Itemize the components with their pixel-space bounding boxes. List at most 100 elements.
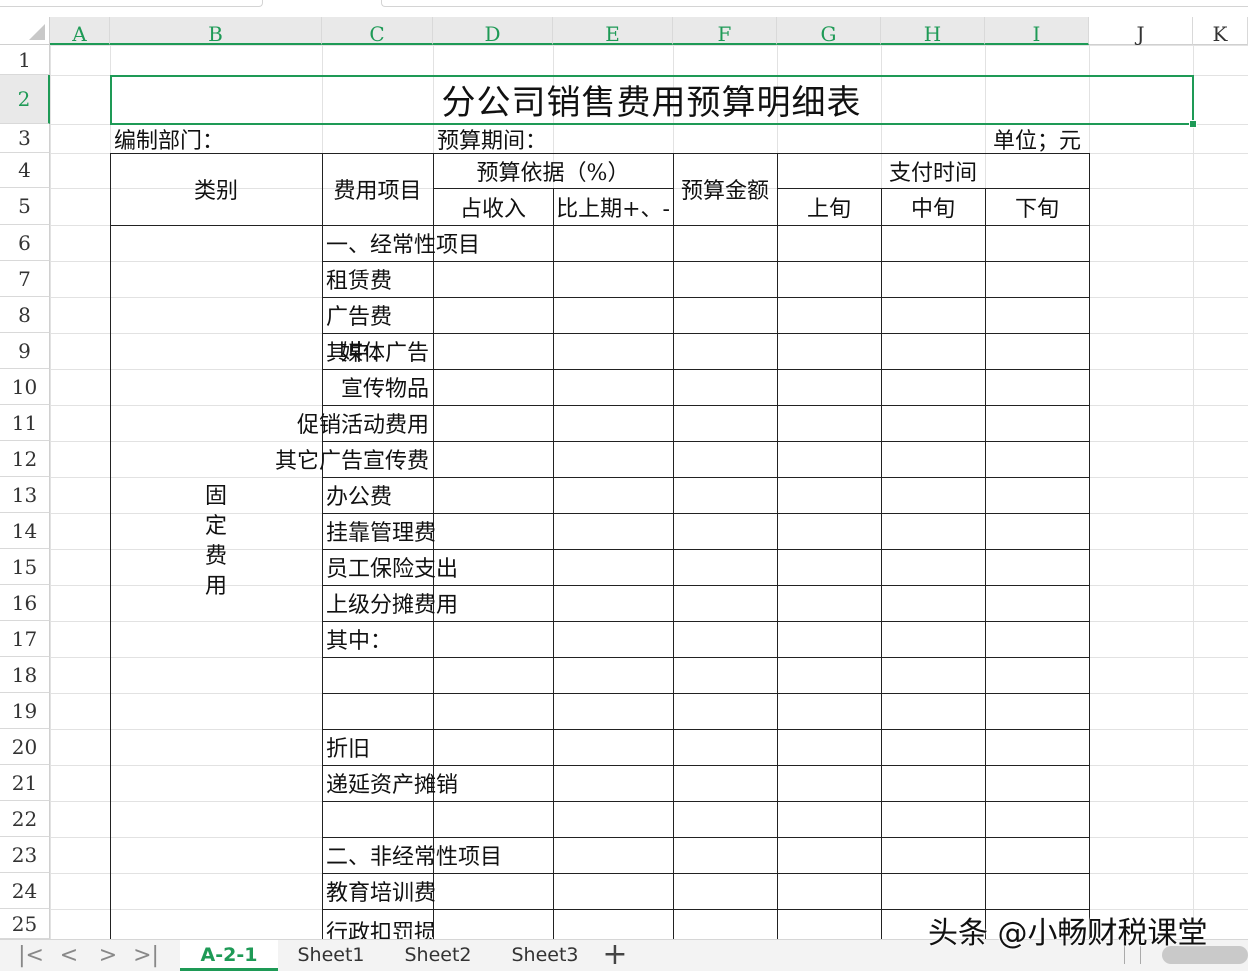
row-header-16[interactable]: 16 (0, 585, 50, 621)
select-all-corner[interactable] (0, 17, 50, 45)
selection-box (110, 75, 1194, 125)
expense-item-cell[interactable]: 其它广告宣传费 (275, 441, 433, 477)
dept-label-cell[interactable]: 编制部门： (110, 124, 433, 154)
expense-item-cell[interactable]: 促销活动费用 (297, 405, 433, 441)
column-header-e[interactable]: E (553, 17, 673, 46)
expense-item-cell[interactable]: 办公费 (322, 477, 433, 513)
column-header-h[interactable]: H (881, 17, 985, 46)
table-border (322, 621, 1090, 622)
last-sheet-button[interactable]: >| (131, 942, 161, 970)
column-header-g[interactable]: G (777, 17, 881, 46)
expense-item-cell[interactable]: 教育培训费 (322, 873, 436, 909)
header-basis-cell[interactable]: 预算依据（%） (433, 153, 673, 188)
table-border (985, 188, 986, 939)
expense-item-cell[interactable]: 员工保险支出 (322, 549, 458, 585)
table-border (777, 153, 778, 939)
expense-item-cell[interactable]: 其中： (322, 621, 433, 657)
expense-item-cell[interactable]: 折旧 (322, 729, 433, 765)
sheet-tab-sheet1[interactable]: Sheet1 (282, 940, 380, 971)
watermark: 头条 @小畅财税课堂 (928, 916, 1208, 951)
row-header-12[interactable]: 12 (0, 441, 50, 477)
gridline (50, 45, 51, 939)
next-sheet-button[interactable]: > (93, 942, 123, 970)
category-char: 用 (204, 574, 227, 599)
expense-item-cell[interactable]: 一、经常性项目 (322, 225, 480, 261)
expense-item-cell[interactable]: 行政扣罚损失 (322, 909, 433, 939)
row-header-4[interactable]: 4 (0, 153, 50, 188)
row-header-18[interactable]: 18 (0, 657, 50, 693)
row-header-1[interactable]: 1 (0, 45, 50, 75)
row-header-5[interactable]: 5 (0, 188, 50, 225)
row-header-11[interactable]: 11 (0, 405, 50, 441)
header-early-cell[interactable]: 上旬 (777, 188, 881, 225)
expense-item-cell[interactable]: 二、非经常性项目 (322, 837, 502, 873)
table-border (322, 549, 1090, 550)
add-sheet-button[interactable]: + (598, 940, 632, 971)
row-header-20[interactable]: 20 (0, 729, 50, 765)
expense-item-cell[interactable]: 递延资产摊销 (322, 765, 458, 801)
prev-sheet-button[interactable]: < (54, 942, 84, 970)
name-box-edge (0, 0, 263, 7)
row-header-22[interactable]: 22 (0, 801, 50, 837)
period-label-cell[interactable]: 预算期间： (433, 124, 673, 154)
column-header-i[interactable]: I (985, 17, 1089, 46)
table-border (322, 657, 1090, 658)
header-item-cell[interactable]: 费用项目 (322, 153, 433, 225)
unit-label-cell[interactable]: 单位；元 (985, 124, 1089, 154)
expense-item-cell[interactable]: 上级分摊费用 (322, 585, 458, 621)
column-header-k[interactable]: K (1193, 17, 1248, 46)
table-border (322, 729, 1090, 730)
category-char: 固 (204, 484, 227, 509)
column-header-d[interactable]: D (433, 17, 553, 46)
row-header-21[interactable]: 21 (0, 765, 50, 801)
header-basis-income-cell[interactable]: 占收入 (433, 188, 553, 225)
row-header-19[interactable]: 19 (0, 693, 50, 729)
row-header-13[interactable]: 13 (0, 477, 50, 513)
column-header-f[interactable]: F (673, 17, 777, 46)
row-header-15[interactable]: 15 (0, 549, 50, 585)
column-header-c[interactable]: C (322, 17, 433, 46)
header-paytime-cell[interactable]: 支付时间 (777, 153, 1089, 188)
row-header-23[interactable]: 23 (0, 837, 50, 873)
expense-item-cell[interactable]: 挂靠管理费 (322, 513, 436, 549)
sheet-tab-sheet3[interactable]: Sheet3 (496, 940, 594, 971)
header-late-cell[interactable]: 下旬 (985, 188, 1089, 225)
table-border (673, 153, 674, 939)
sheet-tab-sheet2[interactable]: Sheet2 (389, 940, 487, 971)
column-header-j[interactable]: J (1089, 17, 1193, 46)
header-basis-prev-cell[interactable]: 比上期+、- (553, 188, 673, 225)
table-border (322, 513, 1090, 514)
table-border (322, 369, 1090, 370)
row-header-17[interactable]: 17 (0, 621, 50, 657)
row-header-10[interactable]: 10 (0, 369, 50, 405)
category-char: 定 (204, 514, 227, 539)
header-category-cell[interactable]: 类别 (110, 153, 322, 225)
row-header-9[interactable]: 9 (0, 333, 50, 369)
top-strip (0, 0, 1248, 17)
row-header-8[interactable]: 8 (0, 297, 50, 333)
row-header-25[interactable]: 25 (0, 909, 50, 939)
row-header-14[interactable]: 14 (0, 513, 50, 549)
expense-item-cell[interactable]: 宣传物品 (322, 369, 433, 405)
gridline (50, 45, 1248, 46)
header-amount-cell[interactable]: 预算金额 (673, 153, 777, 225)
expense-item-cell[interactable]: 租赁费 (322, 261, 433, 297)
table-border (322, 477, 1090, 478)
category-fixed-cell[interactable]: 固定费用 (110, 225, 322, 939)
first-sheet-button[interactable]: |< (16, 942, 46, 970)
table-border (322, 261, 1090, 262)
row-header-24[interactable]: 24 (0, 873, 50, 909)
column-header-b[interactable]: B (110, 17, 322, 46)
sheet-tab-a-2-1[interactable]: A-2-1 (180, 940, 278, 971)
expense-item-cell[interactable]: 媒体广告 (322, 333, 433, 369)
expense-item-cell[interactable]: 广告费 (322, 297, 433, 333)
row-header-3[interactable]: 3 (0, 124, 50, 153)
row-header-7[interactable]: 7 (0, 261, 50, 297)
table-border (322, 837, 1090, 838)
header-mid-cell[interactable]: 中旬 (881, 188, 985, 225)
column-header-a[interactable]: A (50, 17, 110, 46)
fill-handle[interactable] (1189, 120, 1197, 128)
table-border (322, 405, 1090, 406)
row-header-2[interactable]: 2 (0, 75, 50, 124)
row-header-6[interactable]: 6 (0, 225, 50, 261)
